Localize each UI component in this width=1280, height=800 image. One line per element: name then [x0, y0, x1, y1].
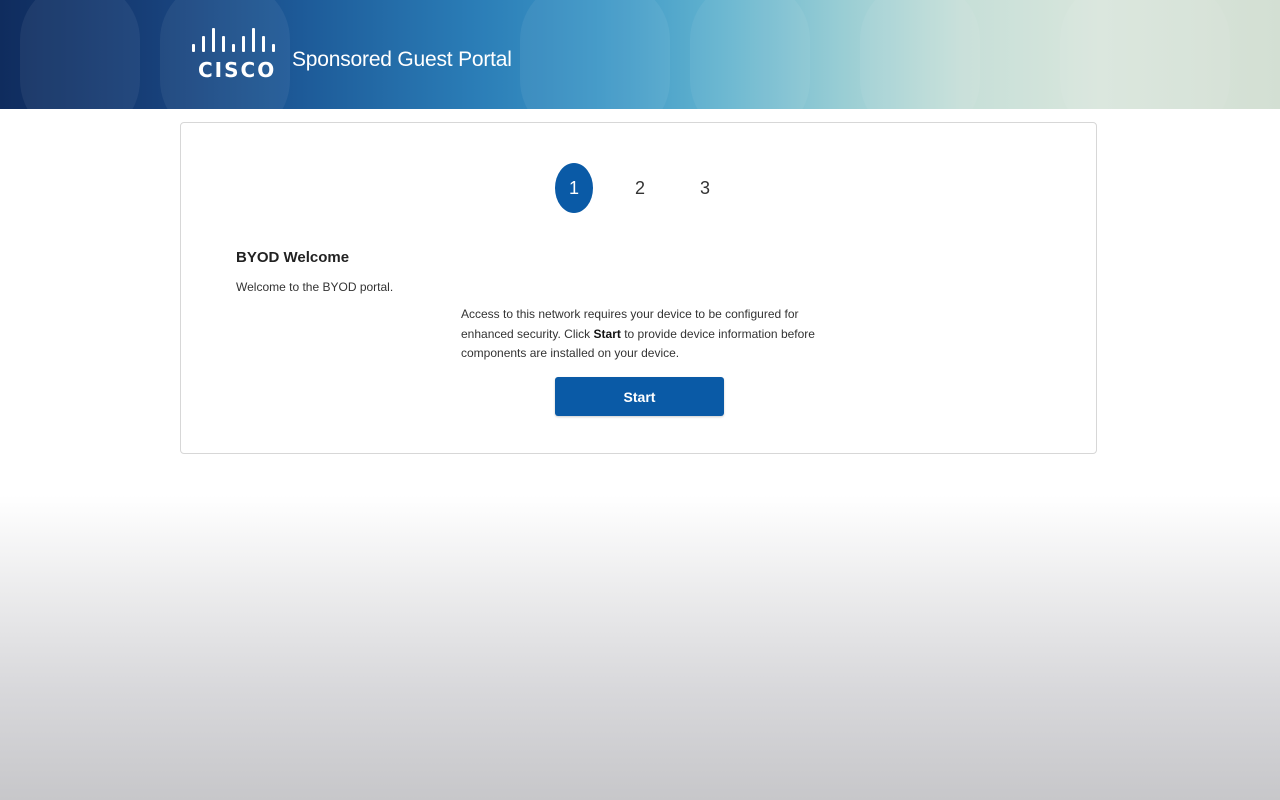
byod-welcome-card: 1 2 3 BYOD Welcome Welcome to the BYOD p… [180, 122, 1097, 454]
cisco-logo: CISCO [190, 22, 276, 84]
step-indicator-3: 3 [699, 178, 710, 198]
logo-wordmark: CISCO [198, 58, 277, 82]
cisco-bridge-logo-icon [190, 22, 276, 52]
header-decor-band [20, 0, 140, 109]
logo-bar [232, 44, 235, 52]
logo-bar [272, 44, 275, 52]
logo-bar [242, 36, 245, 52]
logo-bar [192, 44, 195, 52]
logo-bar [202, 36, 205, 52]
header-decor-band [690, 0, 810, 109]
portal-header: CISCO Sponsored Guest Portal [0, 0, 1280, 109]
instructions-text: Access to this network requires your dev… [461, 305, 821, 364]
instructions-start-emphasis: Start [593, 326, 621, 341]
start-button[interactable]: Start [555, 377, 724, 416]
header-decor-band [1060, 0, 1230, 109]
portal-title: Sponsored Guest Portal [292, 48, 512, 71]
logo-bar [212, 28, 215, 52]
welcome-text: Welcome to the BYOD portal. [236, 280, 394, 294]
step-indicator-1: 1 [555, 163, 593, 213]
logo-bar [252, 28, 255, 52]
step-indicator-2: 2 [634, 178, 645, 198]
page-title: BYOD Welcome [236, 249, 350, 266]
header-decor-band [860, 0, 980, 109]
header-decor-band [520, 0, 670, 109]
logo-bar [262, 36, 265, 52]
logo-bar [222, 36, 225, 52]
